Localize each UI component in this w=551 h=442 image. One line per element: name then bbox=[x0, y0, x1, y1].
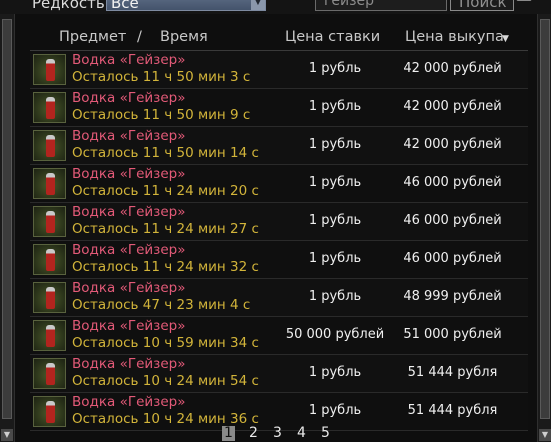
time-remaining: Осталось 11 ч 50 мин 14 с bbox=[72, 145, 259, 161]
search-button[interactable]: Поиск bbox=[450, 0, 514, 11]
item-name: Водка «Гейзер» bbox=[72, 242, 186, 258]
vodka-bottle-icon[interactable] bbox=[33, 92, 66, 123]
time-remaining: Осталось 11 ч 24 мин 27 с bbox=[72, 221, 259, 237]
table-row[interactable]: Водка «Гейзер» Осталось 11 ч 24 мин 27 с1… bbox=[30, 203, 528, 241]
scroll-down-arrow-icon[interactable]: ▼ bbox=[1, 429, 13, 441]
header-time[interactable]: Время bbox=[160, 29, 208, 45]
vodka-bottle-icon[interactable] bbox=[33, 358, 66, 389]
buyout-price: 51 000 рублей bbox=[403, 327, 502, 342]
item-name: Водка «Гейзер» bbox=[72, 52, 186, 68]
header-separator: / bbox=[137, 29, 142, 45]
bottle-shape bbox=[46, 363, 55, 385]
buyout-price: 51 444 рубля bbox=[407, 403, 498, 418]
bottle-shape bbox=[46, 59, 55, 81]
search-input-value: гейзер bbox=[324, 0, 375, 9]
time-remaining: Осталось 11 ч 24 мин 20 с bbox=[72, 183, 259, 199]
vodka-bottle-icon[interactable] bbox=[33, 320, 66, 351]
right-scrollbar[interactable]: ▼ bbox=[537, 14, 551, 442]
time-remaining: Осталось 10 ч 24 мин 54 с bbox=[72, 373, 259, 389]
item-name: Водка «Гейзер» bbox=[72, 204, 186, 220]
header-bid-price[interactable]: Цена ставки bbox=[285, 29, 380, 45]
buyout-price: 42 000 рублей bbox=[403, 137, 502, 152]
time-remaining: Осталось 11 ч 50 мин 9 с bbox=[72, 107, 251, 123]
item-name: Водка «Гейзер» bbox=[72, 280, 186, 296]
item-name: Водка «Гейзер» bbox=[72, 394, 186, 410]
vodka-bottle-icon[interactable] bbox=[33, 206, 66, 237]
vodka-bottle-icon[interactable] bbox=[33, 396, 66, 427]
chevron-down-icon[interactable]: ▼ bbox=[251, 0, 265, 10]
time-remaining: Осталось 11 ч 50 мин 3 с bbox=[72, 69, 251, 85]
bottle-shape bbox=[46, 325, 55, 347]
scroll-down-arrow-icon[interactable]: ▼ bbox=[539, 429, 551, 441]
vodka-bottle-icon[interactable] bbox=[33, 282, 66, 313]
table-body: Водка «Гейзер» Осталось 11 ч 50 мин 3 с1 … bbox=[30, 51, 528, 431]
vodka-bottle-icon[interactable] bbox=[33, 130, 66, 161]
header-buyout-price[interactable]: Цена выкупа bbox=[405, 29, 504, 45]
item-name: Водка «Гейзер» bbox=[72, 318, 186, 334]
table-row[interactable]: Водка «Гейзер» Осталось 11 ч 24 мин 20 с1… bbox=[30, 165, 528, 203]
time-remaining: Осталось 10 ч 59 мин 34 с bbox=[72, 335, 259, 351]
right-scroll-thumb[interactable] bbox=[540, 19, 550, 419]
filter-bar: Редкость Все ▼ гейзер Поиск bbox=[0, 0, 551, 14]
item-name: Водка «Гейзер» bbox=[72, 90, 186, 106]
bottle-shape bbox=[46, 287, 55, 309]
bottle-shape bbox=[46, 173, 55, 195]
sort-descending-icon[interactable]: ▼ bbox=[502, 34, 509, 44]
buyout-price: 51 444 рубля bbox=[407, 365, 498, 380]
vodka-bottle-icon[interactable] bbox=[33, 168, 66, 199]
item-name: Водка «Гейзер» bbox=[72, 356, 186, 372]
vodka-bottle-icon[interactable] bbox=[33, 244, 66, 275]
left-scrollbar[interactable]: ▼ bbox=[0, 14, 15, 442]
table-row[interactable]: Водка «Гейзер» Осталось 11 ч 24 мин 32 с1… bbox=[30, 241, 528, 279]
table-row[interactable]: Водка «Гейзер» Осталось 10 ч 24 мин 54 с1… bbox=[30, 355, 528, 393]
item-name: Водка «Гейзер» bbox=[72, 166, 186, 182]
bottle-shape bbox=[46, 97, 55, 119]
search-input[interactable]: гейзер bbox=[315, 0, 447, 11]
vodka-bottle-icon[interactable] bbox=[33, 54, 66, 85]
item-name: Водка «Гейзер» bbox=[72, 128, 186, 144]
table-row[interactable]: Водка «Гейзер» Осталось 11 ч 50 мин 3 с1 … bbox=[30, 51, 528, 89]
page-link[interactable]: 3 bbox=[273, 425, 282, 441]
table-row[interactable]: Водка «Гейзер» Осталось 11 ч 50 мин 14 с1… bbox=[30, 127, 528, 165]
rarity-select[interactable]: Все ▼ bbox=[106, 0, 266, 12]
bottle-shape bbox=[46, 211, 55, 233]
table-row[interactable]: Водка «Гейзер» Осталось 47 ч 23 мин 4 с1 … bbox=[30, 279, 528, 317]
rarity-label: Редкость bbox=[32, 0, 105, 12]
table-row[interactable]: Водка «Гейзер» Осталось 10 ч 59 мин 34 с 5… bbox=[30, 317, 528, 355]
header-item[interactable]: Предмет bbox=[59, 29, 126, 45]
buyout-price: 46 000 рублей bbox=[403, 175, 502, 190]
page-link[interactable]: 2 bbox=[249, 425, 258, 441]
bottle-shape bbox=[46, 401, 55, 423]
auction-table: Предмет / Время Цена ставки Цена выкупа … bbox=[30, 28, 528, 431]
buyout-price: 42 000 рублей bbox=[403, 61, 502, 76]
buyout-price: 42 000 рублей bbox=[403, 99, 502, 114]
table-header: Предмет / Время Цена ставки Цена выкупа … bbox=[30, 28, 528, 51]
time-remaining: Осталось 47 ч 23 мин 4 с bbox=[72, 297, 251, 313]
page-link[interactable]: 1 bbox=[222, 426, 235, 441]
table-row[interactable]: Водка «Гейзер» Осталось 11 ч 50 мин 9 с1 … bbox=[30, 89, 528, 127]
left-scroll-thumb[interactable] bbox=[2, 19, 12, 419]
buyout-price: 46 000 рублей bbox=[403, 213, 502, 228]
search-button-label: Поиск bbox=[459, 0, 507, 11]
time-remaining: Осталось 11 ч 24 мин 32 с bbox=[72, 259, 259, 275]
rarity-selected-value: Все bbox=[111, 0, 139, 12]
bottle-shape bbox=[46, 135, 55, 157]
page-link[interactable]: 5 bbox=[321, 425, 330, 441]
page-link[interactable]: 4 bbox=[297, 425, 306, 441]
buyout-price: 48 999 рублей bbox=[403, 289, 502, 304]
buyout-price: 46 000 рублей bbox=[403, 251, 502, 266]
bottle-shape bbox=[46, 249, 55, 271]
